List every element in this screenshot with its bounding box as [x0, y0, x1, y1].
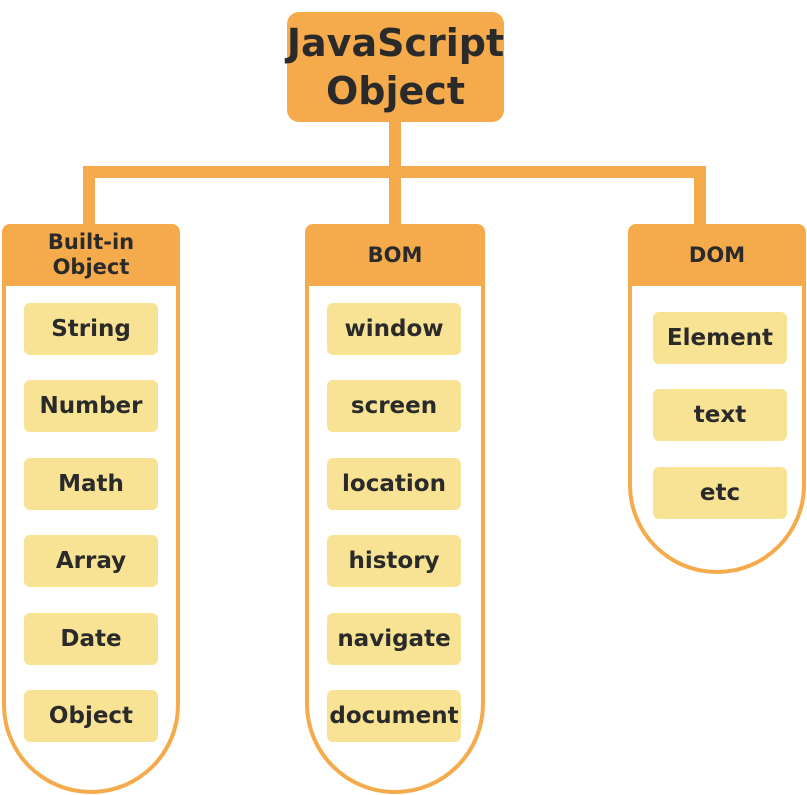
item-label: navigate [337, 626, 451, 652]
item-date: Date [24, 613, 158, 665]
item-label: window [344, 316, 444, 342]
item-element: Element [653, 312, 787, 364]
item-location: location [327, 458, 461, 510]
item-label: Array [55, 548, 127, 574]
item-math: Math [24, 458, 158, 510]
item-object: Object [24, 690, 158, 742]
item-label: etc [699, 480, 741, 506]
item-screen: screen [327, 380, 461, 432]
item-label: String [51, 316, 131, 342]
item-label: Number [39, 393, 143, 419]
item-etc: etc [653, 467, 787, 519]
builtin-object-header-label: Built-in Object [47, 230, 135, 279]
item-label: text [693, 402, 747, 428]
bom-branch-connector [389, 166, 401, 226]
builtin-branch-connector [83, 166, 95, 226]
dom-branch-connector [694, 166, 706, 226]
item-label: Element [666, 325, 774, 351]
bom-header: BOM [305, 224, 485, 286]
dom-header-label: DOM [688, 242, 746, 267]
item-string: String [24, 303, 158, 355]
item-label: location [342, 471, 446, 497]
item-history: history [327, 535, 461, 587]
item-label: history [348, 548, 440, 574]
item-label: screen [350, 393, 438, 419]
js-object-diagram: JavaScript Object Built-in Object String… [0, 0, 807, 795]
root-title: JavaScript Object [286, 21, 505, 113]
root-node: JavaScript Object [287, 12, 504, 122]
item-document: document [327, 690, 461, 742]
item-label: Object [48, 703, 134, 729]
item-label: Math [58, 471, 124, 497]
bom-header-label: BOM [367, 242, 423, 267]
item-text: text [653, 389, 787, 441]
item-label: Date [60, 626, 122, 652]
item-window: window [327, 303, 461, 355]
item-number: Number [24, 380, 158, 432]
builtin-object-header: Built-in Object [2, 224, 180, 286]
item-array: Array [24, 535, 158, 587]
item-label: document [329, 703, 459, 729]
dom-header: DOM [628, 224, 806, 286]
item-navigate: navigate [327, 613, 461, 665]
